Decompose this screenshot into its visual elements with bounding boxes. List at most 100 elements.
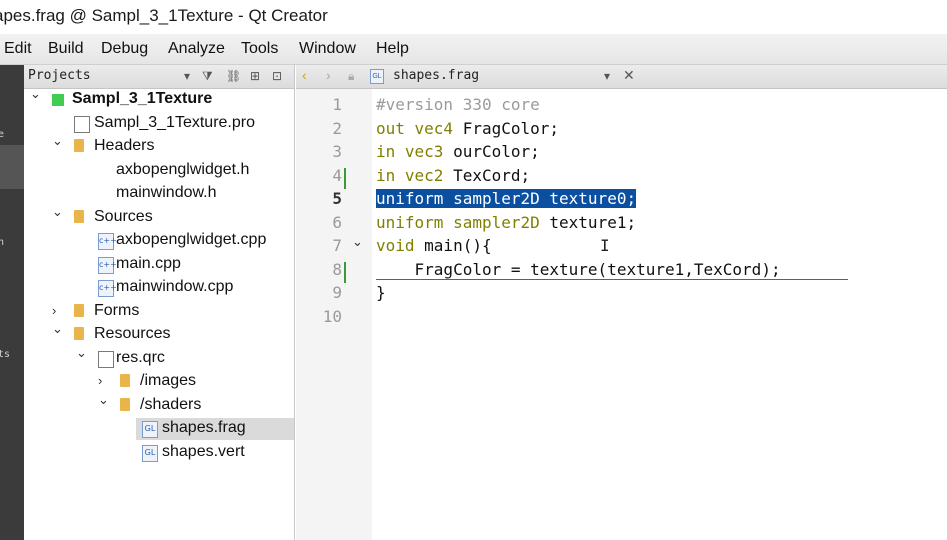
close-file-icon[interactable]: ✕ [623,67,635,84]
tree-item[interactable]: ⌄ Headers [24,133,294,158]
tree-item[interactable]: ⌄ Sampl_3_1Texture [24,86,294,111]
code-line[interactable]: void main(){ [376,236,492,255]
code-line[interactable]: in vec2 TexCord; [376,166,530,185]
gl-file-icon: GL [142,444,158,462]
gl-file-icon: GL [370,69,384,84]
tree-item-label: main.cpp [116,254,181,272]
chevron-right-icon[interactable]: › [52,303,56,318]
line-number: 9 [332,283,342,302]
tree-item[interactable]: › /images [24,371,294,393]
line-number: 2 [332,118,342,138]
tree-item[interactable]: Sampl_3_1Texture.pro [24,113,294,135]
error-underline [376,278,848,280]
menu-tools[interactable]: Tools [241,40,278,58]
menu-window[interactable]: Window [299,40,356,58]
menu-help[interactable]: Help [376,40,409,58]
tree-item[interactable]: mainwindow.h [24,183,294,205]
chevron-down-icon[interactable]: ⌄ [30,86,41,102]
tree-item-label: /images [140,372,197,389]
mode-help[interactable]: p [0,395,24,423]
close-pane-icon[interactable]: ⊡ [272,69,282,83]
tree-item[interactable]: c++ axbopenglwidget.cpp [24,230,294,252]
lock-icon: 🔒︎ [348,69,355,83]
tree-item-label: Headers [94,137,155,154]
title-bar: apes.frag @ Sampl_3_1Texture - Qt Creato… [0,0,947,34]
mode-sidebar: me t gn g cts p [0,65,24,540]
qt-project-icon [52,94,64,106]
tree-item[interactable]: ⌄ /shaders [24,392,294,417]
tree-item-label: mainwindow.h [116,184,217,201]
line-number: 1 [332,95,342,114]
line-number: 5 [332,189,342,208]
headers-folder-icon [74,139,84,152]
modified-line-marker [344,261,346,283]
line-number: 6 [332,212,342,232]
tree-item[interactable]: c++ main.cpp [24,254,294,276]
code-line[interactable]: uniform sampler2D texture0; [376,189,637,208]
menu-bar: Edit Build Debug Analyze Tools Window He… [0,34,947,65]
forward-arrow-icon[interactable]: › [326,67,331,83]
mode-design[interactable]: gn [0,229,24,257]
code-line[interactable]: in vec3 ourColor; [376,142,540,161]
tree-item-label: axbopenglwidget.cpp [116,231,267,248]
cpp-file-icon: c++ [98,280,117,297]
chevron-right-icon[interactable]: › [98,373,102,388]
tree-item-label: Forms [94,301,140,319]
line-number: 4 [332,165,342,185]
code-line[interactable]: } [376,283,386,302]
code-line[interactable]: #version 330 core [376,95,540,114]
folder-icon [120,397,130,411]
project-toolbar: Projects ▾ ⧩ ⛓ ⊞ ⊡ [24,65,294,89]
line-number-gutter: 1 2 3 4 5 6 7 8 9 10 ⌄ [296,89,372,540]
filter-icon[interactable]: ⧩ [202,69,213,84]
menu-debug[interactable]: Debug [101,40,148,58]
file-dropdown-icon[interactable]: ▾ [604,69,610,83]
modified-line-marker [344,167,346,189]
editor-toolbar: ‹ › 🔒︎ GL shapes.frag ▾ ✕ [296,65,947,89]
tree-item[interactable]: › Forms [24,301,294,323]
tree-item[interactable]: c++ mainwindow.cpp [24,277,294,299]
chevron-down-icon[interactable]: ⌄ [52,133,63,149]
open-file-name[interactable]: shapes.frag [393,68,479,83]
mode-projects[interactable]: cts [0,341,24,369]
tree-item-label: /shaders [140,395,202,413]
line-number: 8 [332,259,342,279]
project-view-title[interactable]: Projects [28,68,91,83]
code-line[interactable]: FragColor = texture(texture1,TexCord); [376,260,781,279]
project-pane: Projects ▾ ⧩ ⛓ ⊞ ⊡ ⌄ Sampl_3_1Texture Samp… [24,65,295,540]
tree-item[interactable]: ⌄ Resources [24,321,294,346]
tree-item[interactable]: GL shapes.vert [24,442,294,464]
chevron-down-icon[interactable]: ⌄ [52,204,63,220]
menu-build[interactable]: Build [48,40,84,58]
tree-item-label: res.qrc [116,348,165,366]
tree-item[interactable]: ⌄ Sources [24,204,294,229]
chevron-down-icon[interactable]: ⌄ [76,345,87,361]
chevron-down-icon[interactable]: ⌄ [52,321,63,337]
cpp-file-icon: c++ [98,256,117,274]
view-dropdown-icon[interactable]: ▾ [184,69,190,83]
mode-debug[interactable]: g [0,287,24,315]
pro-file-icon [74,115,90,133]
tree-item-label: mainwindow.cpp [116,278,234,295]
tree-item[interactable]: axbopenglwidget.h [24,160,294,182]
line-number: 7 [332,236,342,255]
menu-edit[interactable]: Edit [4,40,32,58]
fold-chevron-icon[interactable]: ⌄ [352,234,363,250]
chevron-down-icon[interactable]: ⌄ [98,392,109,408]
back-arrow-icon[interactable]: ‹ [302,67,307,83]
menu-analyze[interactable]: Analyze [168,40,225,58]
tree-item[interactable]: GL shapes.frag [136,418,294,440]
code-editor[interactable]: ‹ › 🔒︎ GL shapes.frag ▾ ✕ 1 2 3 4 5 6 7 8 9 10 ⌄ #… [296,65,947,540]
code-line[interactable]: out vec4 FragColor; [376,119,559,138]
split-icon[interactable]: ⊞ [250,69,260,83]
code-line[interactable]: uniform sampler2D texture1; [376,213,636,232]
line-number: 10 [322,306,342,326]
tree-item-label: shapes.vert [162,442,245,460]
tree-item[interactable]: ⌄ res.qrc [24,345,294,370]
mode-edit[interactable]: t [0,145,24,189]
link-icon[interactable]: ⛓ [226,69,241,83]
tree-item-label: shapes.frag [162,419,246,436]
forms-folder-icon [74,303,84,317]
tree-item-label: Sampl_3_1Texture.pro [94,113,255,131]
cpp-file-icon: c++ [98,233,117,250]
